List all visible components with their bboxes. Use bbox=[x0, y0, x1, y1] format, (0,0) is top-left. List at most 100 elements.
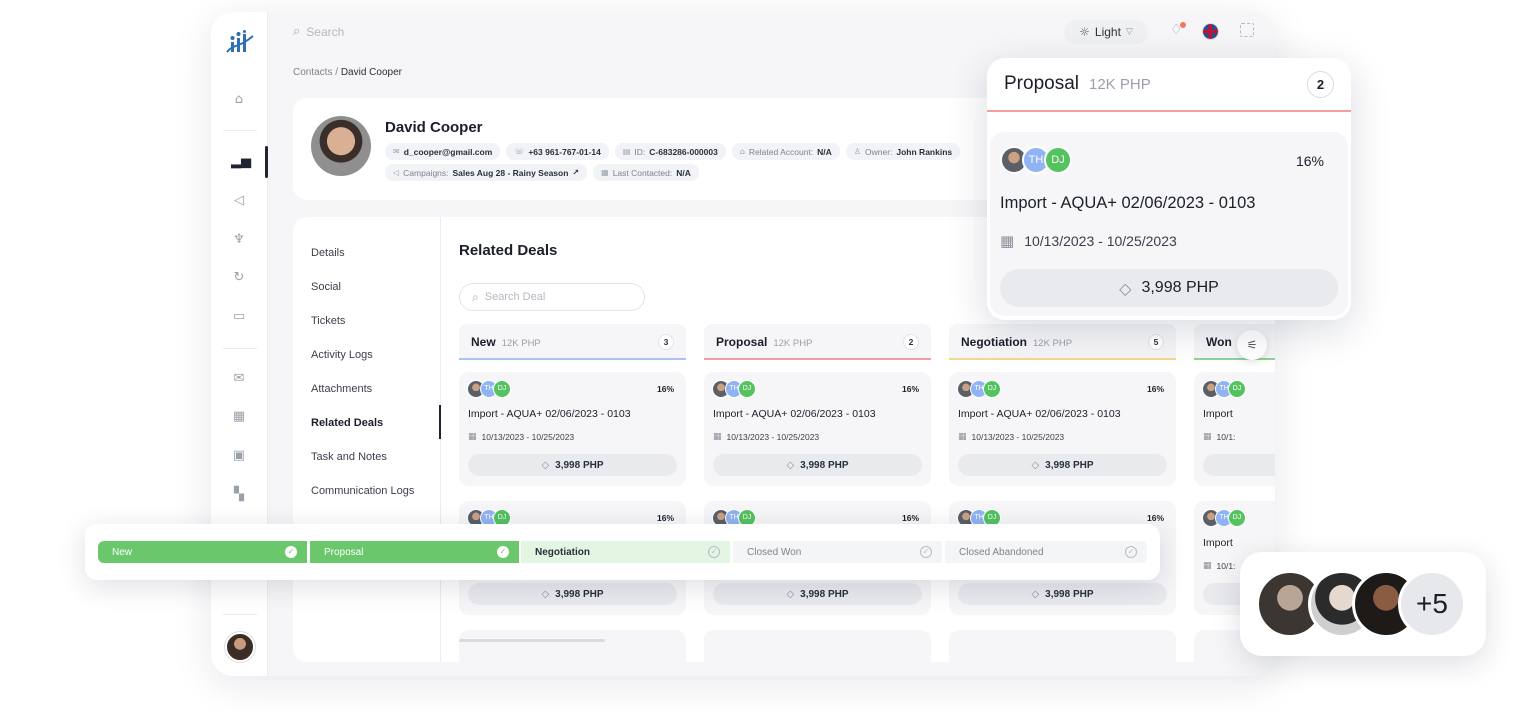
column-new[interactable]: New 12K PHP 3 bbox=[459, 324, 686, 360]
tag-icon: ◇ bbox=[1031, 588, 1040, 600]
deal-search-input[interactable]: Search Deal bbox=[485, 291, 546, 303]
external-link-icon: ↗ bbox=[572, 168, 580, 177]
campaigns-value: Sales Aug 28 - Rainy Season bbox=[452, 167, 569, 178]
tab-attachments[interactable]: Attachments bbox=[311, 383, 372, 395]
deal-price-value: 3,998 PHP bbox=[800, 588, 849, 600]
contact-meta: ✉ d_cooper@gmail.com ☏ +63 961-767-01-14… bbox=[385, 143, 1045, 181]
check-circle-icon: ✓ bbox=[920, 546, 932, 558]
user-avatar[interactable] bbox=[225, 632, 255, 662]
deal-price-value: 3,998 PHP bbox=[1045, 588, 1094, 600]
book-icon[interactable]: ▭ bbox=[231, 309, 247, 325]
stage-label: Proposal bbox=[324, 546, 364, 558]
deal-price: ◇ 3,998 PHP bbox=[713, 583, 922, 605]
last-contacted-label: Last Contacted: bbox=[612, 167, 673, 178]
stage-closed-won[interactable]: Closed Won ✓ bbox=[733, 541, 942, 563]
deal-title: Import - AQUA+ 02/06/2023 - 0103 bbox=[1000, 194, 1256, 212]
avatar-dj: DJ bbox=[738, 380, 756, 398]
check-circle-icon: ✓ bbox=[1125, 546, 1137, 558]
breadcrumb-parent[interactable]: Contacts bbox=[293, 67, 332, 78]
home-icon[interactable]: ⌂ bbox=[231, 92, 247, 108]
tab-tickets[interactable]: Tickets bbox=[311, 315, 345, 327]
deal-card[interactable]: TH DJ Import ▦ 10/1: bbox=[1194, 372, 1275, 486]
refresh-icon[interactable]: ↻ bbox=[231, 270, 247, 286]
last-contacted-chip: ▦ Last Contacted: N/A bbox=[593, 164, 699, 181]
global-search[interactable]: ⌕ Search bbox=[293, 24, 344, 39]
grid-icon[interactable]: ▚ bbox=[231, 487, 247, 503]
deal-stage-pipeline: New ✓ Proposal ✓ Negotiation ✓ Closed Wo… bbox=[85, 524, 1160, 580]
trophy-icon[interactable]: ♆ bbox=[231, 232, 247, 248]
deal-card[interactable] bbox=[459, 630, 686, 662]
tab-task-and-notes[interactable]: Task and Notes bbox=[311, 451, 387, 463]
stage-new[interactable]: New ✓ bbox=[98, 541, 307, 563]
column-name: Proposal bbox=[1004, 73, 1079, 94]
chat-icon[interactable]: ▣ bbox=[231, 448, 247, 464]
avatar-dj: DJ bbox=[1228, 380, 1246, 398]
column-proposal[interactable]: Proposal 12K PHP 2 bbox=[704, 324, 931, 360]
bell-icon[interactable]: ♢ bbox=[1170, 22, 1186, 38]
tab-details[interactable]: Details bbox=[311, 247, 345, 259]
megaphone-icon: ◁ bbox=[393, 168, 400, 177]
theme-toggle[interactable]: ☼ Light ▽ bbox=[1064, 20, 1148, 44]
enlarged-deal-column: Proposal 12K PHP 2 TH DJ 16% Import - AQU… bbox=[987, 58, 1351, 320]
building-icon: ⌂ bbox=[739, 147, 745, 156]
deal-price-value: 3,998 PHP bbox=[555, 459, 604, 471]
deal-card[interactable] bbox=[949, 630, 1176, 662]
fullscreen-icon[interactable] bbox=[1240, 23, 1254, 37]
search-icon: ⌕ bbox=[293, 24, 301, 39]
deal-date-range: 10/13/2023 - 10/25/2023 bbox=[971, 432, 1065, 442]
stage-closed-abandoned[interactable]: Closed Abandoned ✓ bbox=[945, 541, 1147, 563]
campaigns-chip[interactable]: ◁ Campaigns: Sales Aug 28 - Rainy Season… bbox=[385, 164, 588, 181]
tab-social[interactable]: Social bbox=[311, 281, 341, 293]
avatar-dj: DJ bbox=[1228, 509, 1246, 527]
calendar-icon: ▦ bbox=[713, 432, 722, 442]
tab-activity-logs[interactable]: Activity Logs bbox=[311, 349, 373, 361]
megaphone-icon[interactable]: ◁ bbox=[231, 193, 247, 209]
deal-card[interactable]: TH DJ 16% Import - AQUA+ 02/06/2023 - 010… bbox=[459, 372, 686, 486]
tag-icon: ◇ bbox=[786, 459, 795, 471]
phone-chip[interactable]: ☏ +63 961-767-01-14 bbox=[506, 143, 609, 160]
column-amount: 12K PHP bbox=[773, 338, 813, 349]
column-negotiation[interactable]: Negotiation 12K PHP 5 bbox=[949, 324, 1176, 360]
email-chip[interactable]: ✉ d_cooper@gmail.com bbox=[385, 143, 501, 160]
tag-icon: ◇ bbox=[541, 588, 550, 600]
deal-card[interactable]: TH DJ 16% Import - AQUA+ 02/06/2023 - 010… bbox=[704, 372, 931, 486]
deal-assignees: TH DJ bbox=[1202, 509, 1246, 527]
column-accent-line bbox=[1194, 358, 1275, 360]
deal-probability: 16% bbox=[1295, 153, 1324, 169]
calendar-icon: ▦ bbox=[1203, 432, 1212, 442]
sidebar-active-indicator bbox=[265, 146, 268, 178]
deal-search-field[interactable]: ⌕ Search Deal bbox=[459, 283, 645, 311]
sun-icon: ☼ bbox=[1079, 25, 1090, 39]
enlarged-column-header[interactable]: Proposal 12K PHP 2 bbox=[987, 58, 1351, 112]
deal-card[interactable]: TH DJ 16% Import - AQUA+ 02/06/2023 - 010… bbox=[949, 372, 1176, 486]
global-search-input[interactable]: Search bbox=[306, 25, 344, 39]
calendar-icon[interactable]: ▦ bbox=[231, 409, 247, 425]
tab-communication-logs[interactable]: Communication Logs bbox=[311, 485, 414, 497]
filter-settings-icon[interactable]: ⚟ bbox=[1237, 330, 1267, 360]
campaigns-label: Campaigns: bbox=[403, 167, 449, 178]
stage-label: Closed Abandoned bbox=[959, 546, 1044, 558]
mail-icon[interactable]: ✉ bbox=[231, 371, 247, 387]
more-members-badge[interactable]: +5 bbox=[1398, 570, 1466, 638]
deal-assignees: TH DJ bbox=[1000, 146, 1072, 174]
deal-title: Import - AQUA+ 02/06/2023 - 0103 bbox=[468, 408, 631, 420]
deal-card[interactable] bbox=[704, 630, 931, 662]
deal-price: ◇ 3,998 PHP bbox=[958, 583, 1167, 605]
stage-negotiation[interactable]: Negotiation ✓ bbox=[521, 541, 730, 563]
logo-icon[interactable] bbox=[225, 30, 255, 56]
theme-label: Light bbox=[1094, 25, 1121, 39]
stage-proposal[interactable]: Proposal ✓ bbox=[310, 541, 519, 563]
chart-icon[interactable]: ▂▅ bbox=[231, 154, 251, 170]
enlarged-deal-card[interactable]: TH DJ 16% Import - AQUA+ 02/06/2023 - 01… bbox=[990, 132, 1348, 316]
deal-price: ◇ 3,998 PHP bbox=[958, 454, 1167, 476]
chevron-down-icon: ▽ bbox=[1125, 27, 1133, 37]
avatar-dj: DJ bbox=[1044, 146, 1072, 174]
deal-probability: 16% bbox=[901, 384, 919, 394]
horizontal-scrollbar[interactable] bbox=[459, 639, 605, 642]
column-count-badge: 3 bbox=[658, 334, 674, 350]
deal-date-range: 10/13/2023 - 10/25/2023 bbox=[726, 432, 820, 442]
tab-related-deals[interactable]: Related Deals bbox=[311, 417, 383, 429]
deal-date-range: 10/13/2023 - 10/25/2023 bbox=[481, 432, 575, 442]
last-contacted-value: N/A bbox=[676, 167, 691, 178]
language-flag-icon[interactable] bbox=[1202, 23, 1219, 40]
